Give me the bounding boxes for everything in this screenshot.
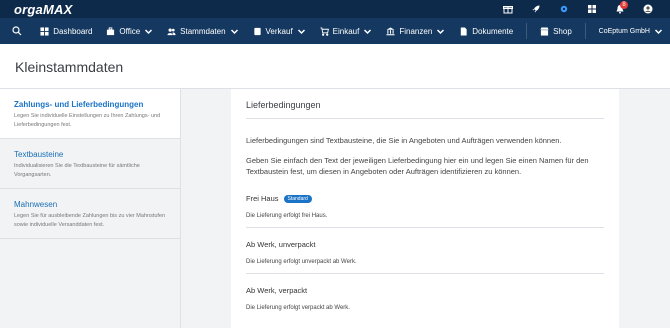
bank-icon [386,26,395,35]
sidebar-item-desc: Individualisieren Sie die Textbausteine … [14,163,140,178]
company-selector[interactable]: CoEptum GmbH [592,18,670,44]
content-panel: Lieferbedingungen Lieferbedingungen sind… [231,89,619,328]
notification-badge: 8 [620,1,628,9]
nav-dashboard[interactable]: Dashboard [33,18,99,44]
app-logo[interactable]: orgaMAX [14,2,72,17]
sales-icon [253,27,261,35]
search-icon[interactable] [0,18,33,44]
condition-text: Die Lieferung erfolgt frei Haus. [246,213,328,219]
section-heading: Lieferbedingungen [246,100,604,119]
condition-name: Ab Werk, unverpackt [246,240,316,249]
users-icon [167,28,176,35]
sidebar-item-title: Textbausteine [14,150,64,159]
intro-text-2: Geben Sie einfach den Text der jeweilige… [246,156,589,176]
condition-name: Ab Werk, verpackt [246,286,308,295]
condition-name: Frei Haus [246,194,279,203]
condition-item[interactable]: Frei Haus Standard Die Lieferung erfolgt… [246,177,604,228]
sidebar-item-title: Zahlungs- und Lieferbedingungen [14,100,144,109]
sidebar-item-desc: Legen Sie für ausbleibende Zahlungen bis… [14,213,166,228]
settings-gear-icon[interactable] [550,0,578,18]
nav-divider [584,23,586,39]
cart-icon [320,26,329,36]
chevron-down-icon [297,28,305,34]
gift-icon[interactable] [494,0,522,18]
condition-text: Die Lieferung erfolgt verpackt ab Werk. [246,305,350,311]
sidebar-item-zahlungs-lieferbedingungen[interactable]: Zahlungs- und Lieferbedingungen Legen Si… [0,89,180,139]
intro-text: Lieferbedingungen sind Textbausteine, di… [246,136,562,145]
condition-item[interactable]: Ab Werk, unverpackt Die Lieferung erfolg… [246,228,604,274]
page-header: Kleinstammdaten [0,44,670,89]
dashboard-icon [40,26,49,36]
nav-dokumente[interactable]: Dokumente [452,18,520,44]
sidebar-item-desc: Legen Sie individuelle Einstellungen zu … [14,113,161,128]
settings-sidebar: Zahlungs- und Lieferbedingungen Legen Si… [0,89,181,328]
page-title: Kleinstammdaten [15,59,124,75]
chevron-down-icon [654,28,663,34]
sidebar-item-title: Mahnwesen [14,200,58,209]
top-bar: orgaMAX 8 [0,0,670,18]
nav-shop[interactable]: Shop [533,18,579,44]
condition-text: Die Lieferung erfolgt unverpackt ab Werk… [246,259,357,265]
shop-icon [540,26,549,36]
sidebar-item-mahnwesen[interactable]: Mahnwesen Legen Sie für ausbleibende Zah… [0,189,180,239]
nav-verkauf[interactable]: Verkauf [246,18,313,44]
sidebar-item-textbausteine[interactable]: Textbausteine Individualisieren Sie die … [0,139,180,189]
nav-divider [526,23,528,39]
chevron-down-icon [364,28,372,34]
nav-stammdaten[interactable]: Stammdaten [160,18,245,44]
standard-badge: Standard [283,194,312,203]
chevron-down-icon [437,28,445,34]
condition-item[interactable]: Ab Werk, verpackt Die Lieferung erfolgt … [246,274,604,319]
office-icon [107,26,115,35]
apps-grid-icon[interactable] [578,0,606,18]
document-icon [461,26,467,36]
right-gutter [619,89,670,328]
nav-office[interactable]: Office [99,18,160,44]
rocket-icon[interactable] [522,0,550,18]
bell-icon[interactable]: 8 [606,0,634,18]
chevron-down-icon [145,28,153,34]
nav-finanzen[interactable]: Finanzen [379,18,452,44]
user-avatar-icon[interactable] [634,0,662,18]
chevron-down-icon [230,28,238,34]
nav-einkauf[interactable]: Einkauf [313,18,380,44]
main-nav: Dashboard Office Stammdaten Verkauf Eink… [0,18,670,44]
